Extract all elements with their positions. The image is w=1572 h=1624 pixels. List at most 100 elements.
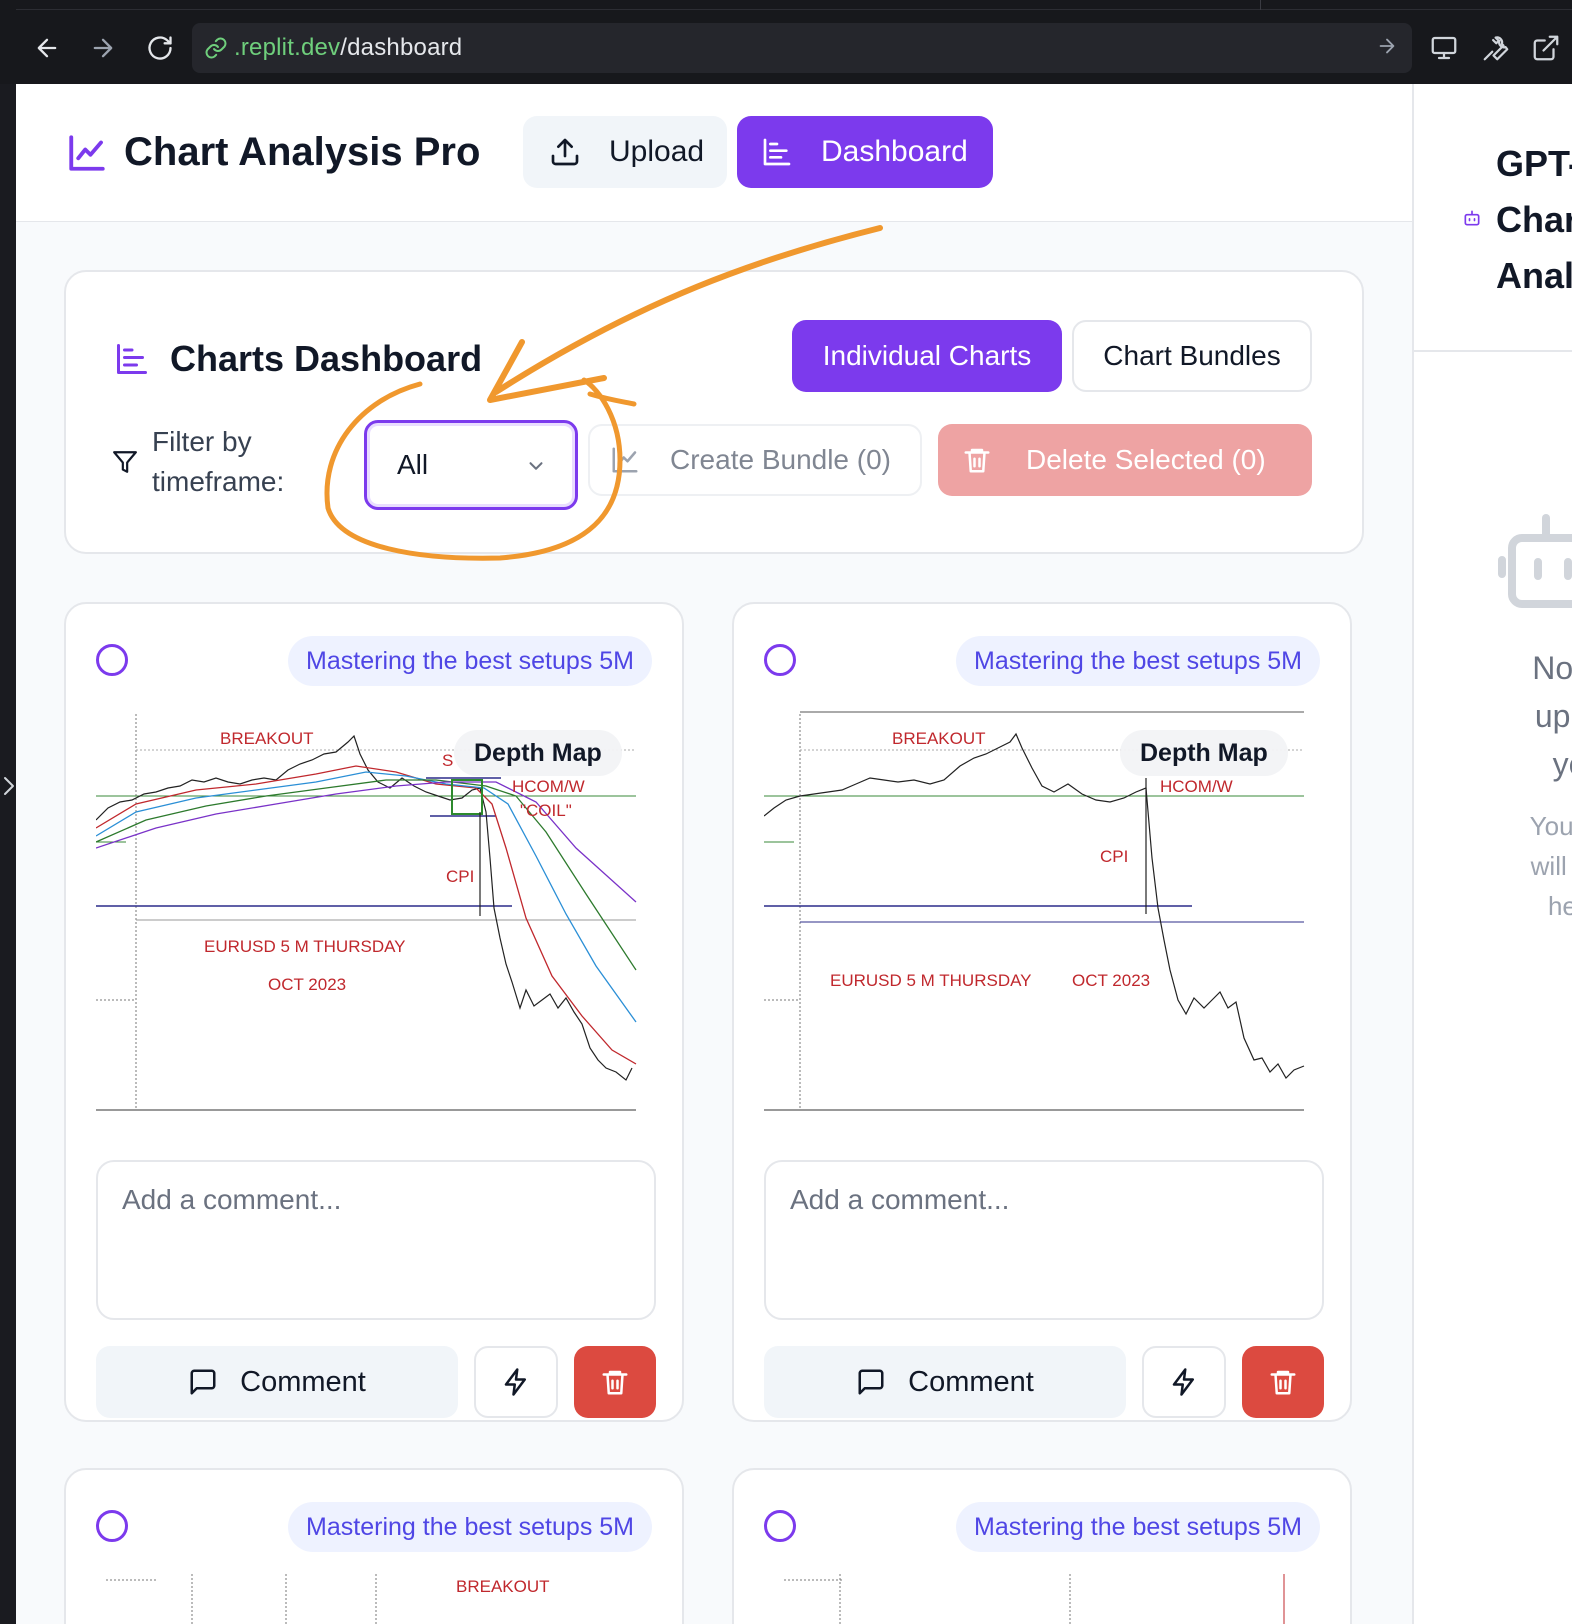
wrench-icon [1483, 36, 1509, 61]
chart-card: Mastering the best setups 5M [64, 602, 684, 1422]
reload-button[interactable] [140, 28, 180, 68]
chart-label-s: S [442, 751, 453, 770]
comment-button[interactable]: Comment [96, 1346, 458, 1418]
arrow-right-icon [1379, 38, 1395, 54]
app-header: Chart Analysis Pro Upload Dashboard [16, 84, 1412, 222]
chevron-down-icon [529, 462, 543, 470]
comment-textarea[interactable] [122, 1184, 630, 1296]
dashboard-heading: Charts Dashboard [114, 338, 482, 380]
line-chart-icon [69, 134, 105, 171]
chart-label-cpi: CPI [1100, 847, 1128, 866]
timeframe-badge: Mastering the best setups 5M [956, 1502, 1320, 1552]
bar-chart-icon [117, 344, 147, 374]
monitor-icon [1431, 36, 1457, 60]
trash-icon [1270, 1370, 1296, 1395]
bot-icon [1498, 504, 1572, 619]
chart-image[interactable] [764, 1574, 1324, 1624]
chart-card: Mastering the best setups 5M [732, 1468, 1352, 1624]
url-text: .replit.dev/dashboard [234, 34, 463, 61]
nav-dashboard-button[interactable]: Dashboard [737, 116, 993, 188]
browser-toolbar: .replit.dev/dashboard [0, 0, 1572, 84]
chart-caption-1: EURUSD 5 M THURSDAY [204, 937, 406, 956]
delete-chart-button[interactable] [1242, 1346, 1324, 1418]
reload-icon [148, 36, 172, 60]
chart-caption-1: EURUSD 5 M THURSDAY [830, 971, 1032, 990]
dashboard-title: Charts Dashboard [170, 338, 483, 379]
dashboard-panel: Charts Dashboard Individual Charts Chart… [64, 270, 1364, 554]
select-checkbox[interactable] [96, 644, 128, 676]
back-button[interactable] [27, 28, 67, 68]
chart-label-breakout: BREAKOUT [220, 729, 314, 748]
select-checkbox[interactable] [764, 1510, 796, 1542]
tab-strip [16, 0, 1572, 10]
comment-field[interactable] [764, 1160, 1324, 1320]
expand-panel-button[interactable] [2, 774, 16, 803]
arrow-left-icon [37, 38, 57, 58]
comment-button[interactable]: Comment [764, 1346, 1126, 1418]
address-bar[interactable]: .replit.dev/dashboard [192, 23, 1412, 73]
delete-selected-button[interactable]: Delete Selected (0) [938, 424, 1312, 496]
chart-label-hcom: HCOM/W [512, 777, 585, 796]
nav-upload-button[interactable]: Upload [523, 116, 727, 188]
timeframe-badge: Mastering the best setups 5M [288, 636, 652, 686]
chart-label-breakout: BREAKOUT [892, 729, 986, 748]
chart-caption-2: OCT 2023 [1072, 971, 1150, 990]
create-bundle-button[interactable]: Create Bundle (0) [588, 424, 922, 496]
upload-icon [551, 138, 579, 166]
sidebar-divider [1414, 350, 1572, 352]
delete-selected-label: Delete Selected (0) [1026, 444, 1266, 475]
lightning-icon [504, 1368, 526, 1396]
bar-chart-icon [763, 138, 791, 166]
sidebar-title: GPT- Char Analy [1496, 143, 1572, 296]
filter-label: Filter by timeframe: [152, 426, 285, 497]
analyze-button[interactable] [474, 1346, 558, 1418]
depth-map-label: Depth Map [1120, 730, 1288, 776]
chart-image[interactable]: BREAKOUT [96, 1574, 656, 1624]
lightning-icon [1172, 1368, 1194, 1396]
timeframe-select[interactable]: All [364, 420, 578, 510]
comment-textarea[interactable] [790, 1184, 1298, 1296]
analyze-button[interactable] [1142, 1346, 1226, 1418]
arrow-right-icon [93, 38, 113, 58]
brand: Chart Analysis Pro [66, 130, 480, 175]
chevron-right-icon [4, 777, 14, 795]
nav-dashboard-label: Dashboard [821, 135, 968, 168]
tab-individual-charts[interactable]: Individual Charts [792, 320, 1062, 392]
forward-button[interactable] [83, 28, 123, 68]
timeframe-badge: Mastering the best setups 5M [956, 636, 1320, 686]
open-new-tab-button[interactable] [1526, 28, 1566, 68]
bot-icon [1462, 208, 1482, 233]
trash-icon [964, 448, 990, 473]
timeframe-select-value: All [397, 449, 429, 480]
chart-label-breakout: BREAKOUT [456, 1577, 550, 1596]
chart-card: Mastering the best setups 5M BREAKOUT [64, 1468, 684, 1624]
nav-upload-label: Upload [609, 135, 705, 168]
devtools-button[interactable] [1476, 28, 1516, 68]
app-main: Chart Analysis Pro Upload Dashboard Char… [16, 84, 1412, 1624]
comment-button-label: Comment [908, 1365, 1034, 1398]
message-square-icon [858, 1369, 884, 1395]
line-chart-icon [612, 447, 638, 473]
chart-label-hcom: HCOM/W [1160, 777, 1233, 796]
create-bundle-label: Create Bundle (0) [670, 444, 892, 475]
timeframe-filter: Filter by timeframe: [112, 422, 322, 502]
comment-field[interactable] [96, 1160, 656, 1320]
depth-map-label: Depth Map [454, 730, 622, 776]
link-icon [205, 37, 227, 59]
delete-chart-button[interactable] [574, 1346, 656, 1418]
comment-button-label: Comment [240, 1365, 366, 1398]
app-title: Chart Analysis Pro [124, 130, 481, 174]
go-button[interactable] [1376, 35, 1398, 62]
tab-chart-bundles[interactable]: Chart Bundles [1072, 320, 1312, 392]
chart-label-cpi: CPI [446, 867, 474, 886]
select-checkbox[interactable] [96, 1510, 128, 1542]
trash-icon [602, 1370, 628, 1395]
chart-label-coil: "COIL" [520, 801, 572, 820]
devices-button[interactable] [1424, 28, 1464, 68]
chart-card: Mastering the best setups 5M BREAKOUT HC… [732, 602, 1352, 1422]
analysis-sidebar: GPT- Char Analy No ch uploa yet Your an … [1412, 84, 1572, 1624]
empty-state-subtitle: Your an will app here [1529, 811, 1572, 921]
left-collapsed-panel [0, 84, 16, 1624]
select-checkbox[interactable] [764, 644, 796, 676]
filter-icon [113, 451, 137, 473]
